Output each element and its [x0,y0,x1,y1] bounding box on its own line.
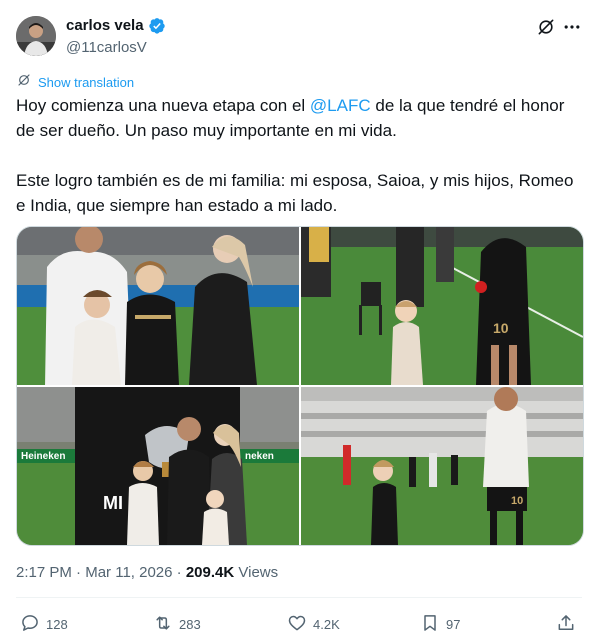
action-bar: 128 283 4.2K 97 [16,612,582,636]
photo-3[interactable]: Heineken neken MI [17,387,299,545]
views-label: Views [238,564,279,581]
tweet-time[interactable]: 2:17 PM [16,564,72,581]
author-handle[interactable]: @11carlosV [66,38,147,58]
meta-separator: · [176,564,182,581]
tweet-date[interactable]: Mar 11, 2026 [85,564,172,581]
media-grid: 10 Heineken neken MI 10 [16,226,584,546]
bookmark-count: 97 [446,616,461,632]
share-icon [556,613,576,636]
photo-4[interactable]: 10 [301,387,583,545]
heart-icon [287,613,307,636]
photo-2[interactable]: 10 [301,227,583,385]
tweet-meta: 2:17 PM · Mar 11, 2026 · 209.4K Views [16,563,278,583]
reply-icon [20,613,40,636]
author-name-row: carlos vela [66,16,166,36]
jersey-number-text: 10 [493,320,509,336]
like-count: 4.2K [313,616,340,632]
reply-count: 128 [46,616,68,632]
reply-button[interactable]: 128 [20,612,68,636]
bookmark-icon [420,613,440,636]
repost-count: 283 [179,616,201,632]
bookmark-button[interactable]: 97 [420,612,460,636]
divider [16,597,582,598]
like-button[interactable]: 4.2K [287,612,340,636]
repost-button[interactable]: 283 [153,612,201,636]
heineken-left-text: Heineken [21,451,65,462]
views-count: 209.4K [185,564,235,581]
photo-1[interactable] [17,227,299,385]
shorts-number-text: 10 [511,495,523,507]
heineken-right-text: neken [245,451,274,462]
show-translation-link[interactable]: Show translation [38,75,134,90]
mention-link[interactable]: @LAFC [310,96,371,115]
avatar[interactable] [16,16,56,56]
tweet-paragraph-1: Hoy comienza una nueva etapa con el @LAF… [16,93,576,143]
tweet-paragraph-2: Este logro también es de mi familia: mi … [16,171,574,215]
tweet-text-part: Hoy comienza una nueva etapa con el [16,96,310,115]
repost-icon [153,613,173,636]
tweet-card: carlos vela @11carlosV Show translation … [0,0,598,644]
share-button[interactable] [556,612,576,636]
meta-separator: · [76,564,82,581]
grok-icon[interactable] [535,16,557,38]
author-display-name[interactable]: carlos vela [66,16,144,36]
translate-icon [16,72,32,93]
show-translation[interactable]: Show translation [16,72,134,93]
verified-badge-icon[interactable] [148,17,166,35]
backdrop-sign-text: MI [103,493,123,513]
tweet-text: Hoy comienza una nueva etapa con el @LAF… [16,93,576,218]
more-options-icon[interactable] [561,16,583,38]
